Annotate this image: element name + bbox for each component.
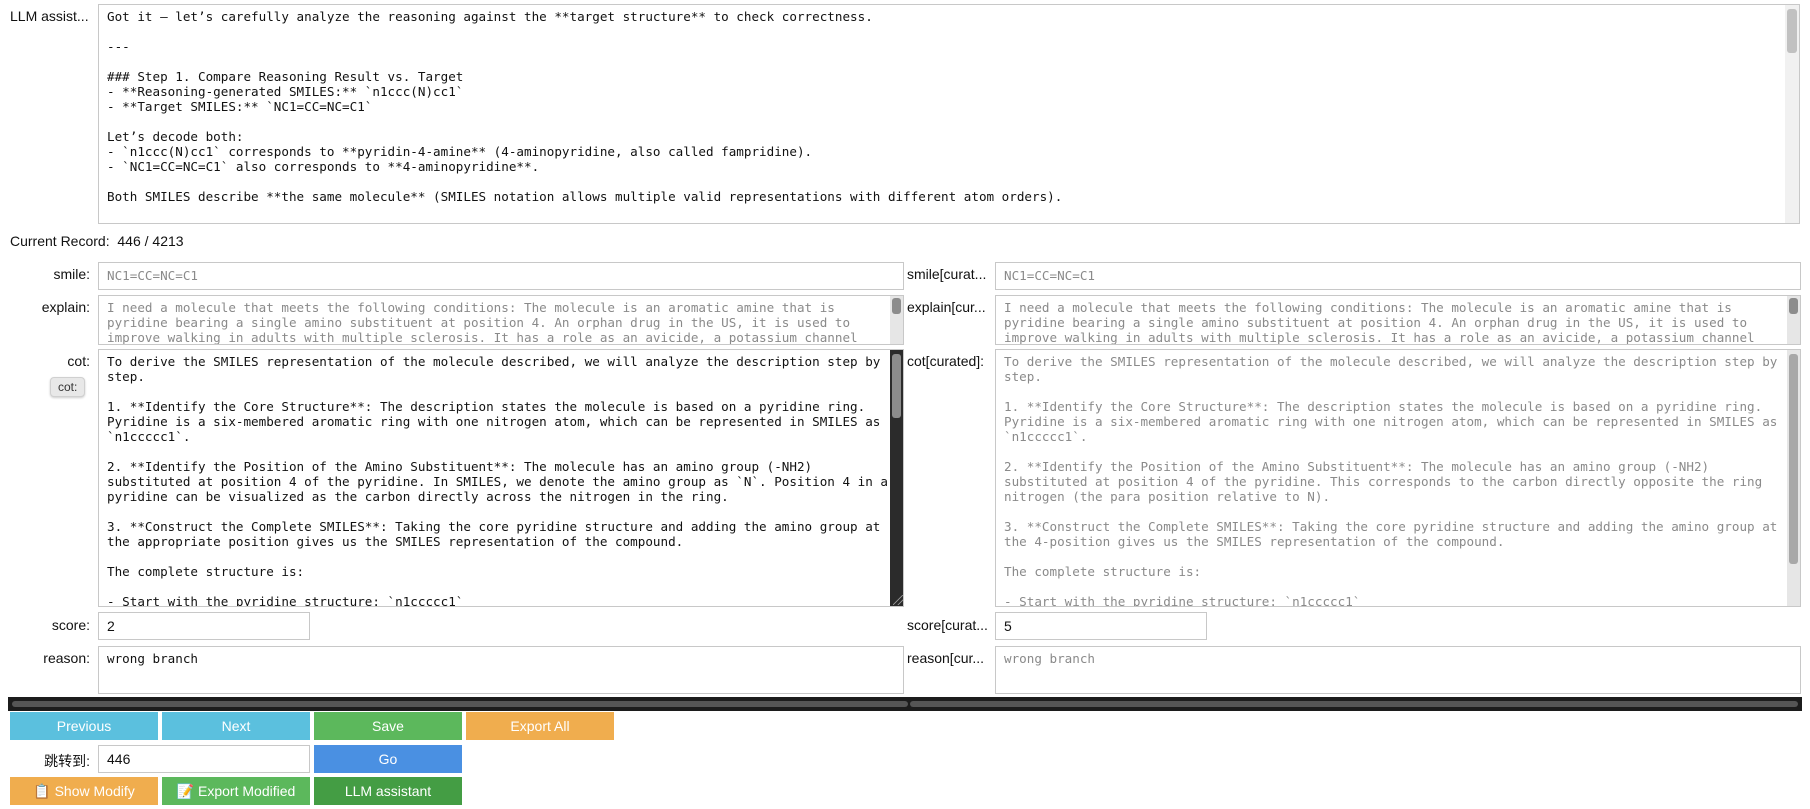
previous-button[interactable]: Previous <box>10 712 158 740</box>
scroll-thumb-right[interactable] <box>910 701 1798 707</box>
current-record-caption: Current Record: <box>10 233 110 249</box>
show-modify-button[interactable]: 📋 Show Modify <box>10 777 158 805</box>
next-button[interactable]: Next <box>162 712 310 740</box>
reason-curated-label: reason[cur... <box>907 650 985 666</box>
llm-scrollbar[interactable] <box>1785 5 1799 223</box>
llm-assistant-button[interactable]: LLM assistant <box>314 777 462 805</box>
llm-assistant-label: LLM assist... <box>10 8 89 24</box>
save-button[interactable]: Save <box>314 712 462 740</box>
cot-scrollbar[interactable] <box>890 350 903 606</box>
reason-textarea[interactable]: wrong branch <box>98 646 904 694</box>
scroll-thumb-left[interactable] <box>12 701 908 707</box>
explain-curated-textarea[interactable]: I need a molecule that meets the followi… <box>995 295 1801 345</box>
export-modified-button[interactable]: 📝 Export Modified <box>162 777 310 805</box>
score-curated-input[interactable]: 5 <box>995 612 1207 640</box>
cot-tooltip: cot: <box>50 377 86 397</box>
score-input[interactable]: 2 <box>98 612 310 640</box>
current-record-label: Current Record: 446 / 4213 <box>10 233 184 249</box>
explain-curated-scrollbar[interactable] <box>1787 296 1800 344</box>
cot-label: cot: <box>67 353 90 369</box>
smile-curated-label: smile[curat... <box>907 266 987 282</box>
smile-label: smile: <box>53 266 90 282</box>
reason-label: reason: <box>43 650 90 666</box>
reason-curated-textarea[interactable]: wrong branch <box>995 646 1801 694</box>
smile-curated-field[interactable]: NC1=CC=NC=C1 <box>995 262 1801 290</box>
score-label: score: <box>51 617 90 633</box>
jump-to-label: 跳转到: <box>44 753 90 769</box>
cot-resize-handle[interactable] <box>893 595 903 605</box>
explain-label: explain: <box>41 299 90 315</box>
llm-assistant-textarea[interactable]: Got it — let’s carefully analyze the rea… <box>98 4 1800 224</box>
jump-to-input[interactable]: 446 <box>98 745 310 773</box>
explain-curated-label: explain[cur... <box>907 299 986 315</box>
cot-curated-scrollbar[interactable] <box>1787 350 1800 606</box>
export-all-button[interactable]: Export All <box>466 712 614 740</box>
horizontal-scrollbar[interactable] <box>8 697 1802 711</box>
smile-field[interactable]: NC1=CC=NC=C1 <box>98 262 904 290</box>
explain-textarea[interactable]: I need a molecule that meets the followi… <box>98 295 904 345</box>
cot-textarea[interactable]: To derive the SMILES representation of t… <box>98 349 904 607</box>
cot-curated-label: cot[curated]: <box>907 353 985 369</box>
go-button[interactable]: Go <box>314 745 462 773</box>
cot-curated-textarea[interactable]: To derive the SMILES representation of t… <box>995 349 1801 607</box>
current-record-value: 446 / 4213 <box>117 233 184 249</box>
score-curated-label: score[curat... <box>907 617 988 633</box>
explain-scrollbar[interactable] <box>890 296 903 344</box>
